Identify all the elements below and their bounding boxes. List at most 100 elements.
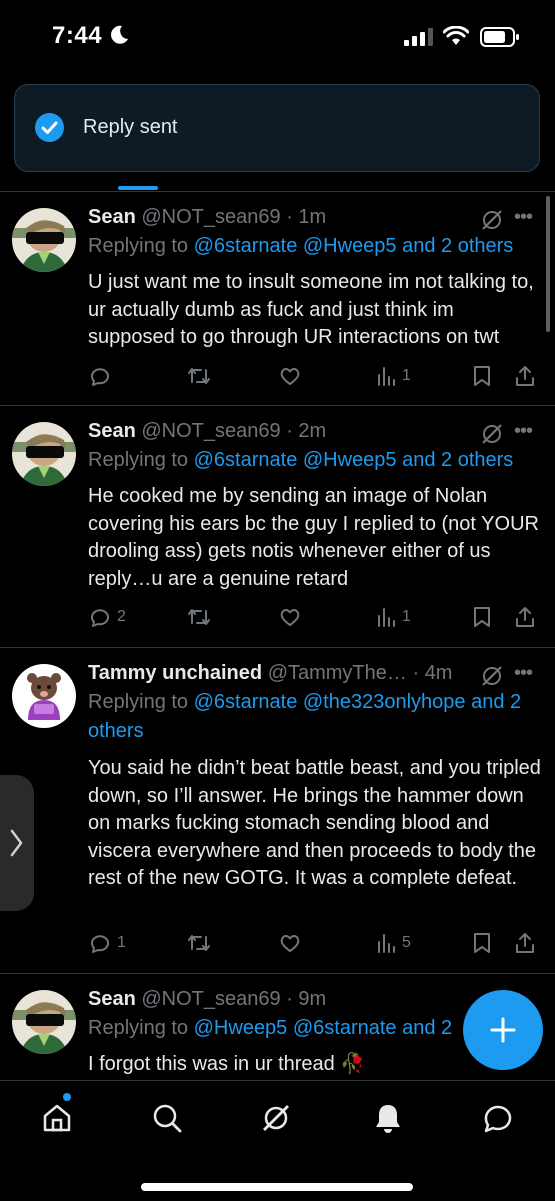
timestamp[interactable]: 4m (425, 662, 453, 684)
like-button[interactable] (278, 604, 302, 630)
replying-to-users[interactable]: @Hweep5 @6starnate and 2 (194, 1017, 453, 1039)
views-count: 1 (402, 608, 411, 625)
timestamp[interactable]: 2m (298, 420, 326, 442)
replying-to: Replying to @6starnate @Hweep5 and 2 oth… (88, 446, 543, 475)
tab-indicator (118, 186, 158, 190)
avatar[interactable] (12, 208, 76, 272)
separator: · (406, 662, 425, 684)
retweet-button[interactable] (186, 930, 212, 956)
moon-icon (111, 25, 128, 44)
compose-button[interactable] (463, 990, 543, 1070)
search-icon[interactable] (150, 1101, 184, 1135)
replying-prefix: Replying to (88, 1017, 189, 1039)
replying-to-users[interactable]: @6starnate @Hweep5 and 2 others (194, 235, 514, 257)
more-button[interactable]: ••• (514, 206, 533, 229)
display-name[interactable]: Sean (88, 988, 136, 1010)
more-button[interactable]: ••• (514, 662, 533, 685)
share-button[interactable] (513, 604, 537, 630)
tweet[interactable]: Sean @NOT_sean69 · 2m ••• Replying to @6… (0, 406, 555, 648)
retweet-button[interactable] (186, 363, 212, 389)
notifications-icon[interactable] (371, 1101, 405, 1135)
retweet-icon (188, 368, 210, 384)
share-icon (516, 607, 534, 627)
bookmark-icon (474, 607, 490, 627)
timestamp[interactable]: 1m (298, 206, 326, 228)
grok-icon[interactable] (480, 208, 504, 232)
reply-icon (91, 368, 109, 386)
share-button[interactable] (513, 930, 537, 956)
wifi-icon (443, 26, 469, 45)
tweet-actions: 2 1 (88, 604, 543, 630)
display-name[interactable]: Tammy unchained (88, 662, 262, 684)
reply-sent-toast: Reply sent (14, 84, 540, 172)
reply-count: 1 (117, 934, 126, 951)
avatar[interactable] (12, 664, 76, 728)
more-button[interactable]: ••• (514, 420, 533, 443)
status-time: 7:44 (52, 22, 103, 49)
handle[interactable]: @NOT_sean69 (141, 988, 280, 1010)
messages-icon[interactable] (481, 1101, 515, 1135)
views-button[interactable]: 5 (375, 930, 411, 956)
views-icon (378, 608, 395, 627)
views-count: 1 (402, 367, 411, 384)
tweet[interactable]: Tammy unchained @TammyThe… · 4m ••• Repl… (0, 648, 555, 974)
like-button[interactable] (278, 363, 302, 389)
timestamp[interactable]: 9m (298, 988, 326, 1010)
reply-button[interactable]: 2 (88, 604, 126, 630)
reply-icon (91, 935, 109, 953)
views-button[interactable]: 1 (375, 363, 411, 389)
views-button[interactable]: 1 (375, 604, 411, 630)
status-bar: 7:44 (0, 0, 555, 70)
like-icon (280, 935, 300, 952)
handle[interactable]: @NOT_sean69 (141, 420, 280, 442)
tweet-header: Sean @NOT_sean69 · 1m (88, 206, 326, 229)
display-name[interactable]: Sean (88, 420, 136, 442)
separator: · (280, 988, 299, 1010)
replying-to: Replying to @6starnate @the323onlyhope a… (88, 688, 543, 746)
avatar[interactable] (12, 422, 76, 486)
signal-icon (404, 28, 433, 46)
handle[interactable]: @TammyThe… (268, 662, 407, 684)
home-indicator (141, 1183, 413, 1191)
tweet[interactable]: Sean @NOT_sean69 · 1m ••• Replying to @6… (0, 192, 555, 406)
bookmark-icon (474, 933, 490, 953)
views-icon (378, 934, 395, 953)
reply-button[interactable]: 1 (88, 930, 126, 956)
share-button[interactable] (513, 363, 537, 389)
handle[interactable]: @NOT_sean69 (141, 206, 280, 228)
battery-icon (480, 27, 519, 47)
reply-count: 2 (117, 608, 126, 625)
separator: · (280, 420, 299, 442)
notification-dot (63, 1093, 71, 1101)
tweet-text: U just want me to insult someone im not … (88, 271, 534, 348)
retweet-button[interactable] (186, 604, 212, 630)
bookmark-button[interactable] (471, 363, 493, 389)
reply-icon (91, 609, 109, 627)
toast-message: Reply sent (83, 116, 178, 138)
tweet-header: Sean @NOT_sean69 · 9m (88, 988, 326, 1011)
avatar[interactable] (12, 990, 76, 1054)
replying-prefix: Replying to (88, 691, 189, 713)
bookmark-icon (474, 366, 490, 386)
tweet-header: Tammy unchained @TammyThe… · 4m (88, 662, 452, 685)
bookmark-button[interactable] (471, 930, 493, 956)
grok-icon[interactable] (480, 664, 504, 688)
replying-prefix: Replying to (88, 449, 189, 471)
bookmark-button[interactable] (471, 604, 493, 630)
grok-icon[interactable] (480, 422, 504, 446)
scrollbar[interactable] (546, 196, 550, 332)
share-icon (516, 366, 534, 386)
reply-button[interactable] (88, 363, 117, 389)
tweet-text: You said he didn’t beat battle beast, an… (88, 757, 541, 889)
replying-to-users[interactable]: @6starnate @Hweep5 and 2 others (194, 449, 514, 471)
display-name[interactable]: Sean (88, 206, 136, 228)
grok-icon[interactable] (259, 1101, 293, 1135)
replying-to: Replying to @6starnate @Hweep5 and 2 oth… (88, 232, 543, 261)
replying-prefix: Replying to (88, 235, 189, 257)
home-icon[interactable] (40, 1101, 74, 1135)
share-icon (516, 933, 534, 953)
tweet-text: He cooked me by sending an image of Nola… (88, 485, 539, 590)
side-panel-handle[interactable] (0, 775, 34, 911)
like-button[interactable] (278, 930, 302, 956)
tweet-actions: 1 5 (88, 930, 543, 956)
